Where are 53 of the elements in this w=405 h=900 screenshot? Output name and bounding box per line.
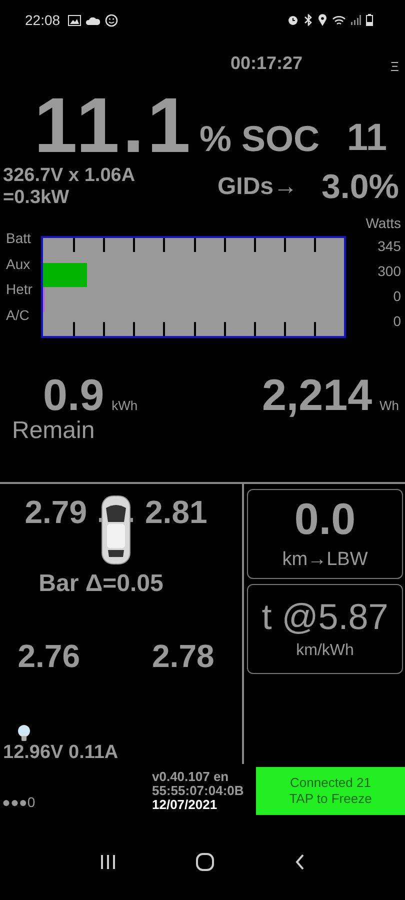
- efficiency-label: km/kWh: [296, 642, 354, 660]
- efficiency-value: t @5.87: [262, 598, 388, 636]
- units-label: Watts: [366, 214, 401, 233]
- range-value: 0.0: [294, 496, 356, 544]
- menu-button[interactable]: Ξ: [390, 59, 399, 74]
- watt-reading: 345: [378, 237, 401, 256]
- home-icon[interactable]: [196, 853, 214, 871]
- bluetooth-icon: [304, 14, 313, 26]
- recent-apps-icon[interactable]: [100, 855, 116, 869]
- version-text: v0.40.107 en: [152, 770, 230, 784]
- location-icon: [318, 14, 327, 26]
- row-label: A/C: [5, 306, 30, 324]
- row-label: Aux: [5, 254, 32, 274]
- remain-label: Remain: [11, 418, 96, 446]
- remain-unit: kWh: [112, 398, 138, 413]
- remain-value: 0.9: [43, 371, 104, 420]
- elapsed-time: 00:17:27: [230, 53, 303, 74]
- energy-unit: Wh: [380, 398, 399, 413]
- device-id: 55:55:07:04:0B: [152, 784, 245, 798]
- status-time: 22:08: [25, 12, 60, 28]
- back-icon[interactable]: [294, 854, 305, 870]
- car-icon: [99, 494, 133, 566]
- tire-pressure: 2.78: [152, 638, 214, 675]
- gids-label: GIDs→: [217, 173, 298, 201]
- tire-pressure: 2.81: [145, 494, 208, 531]
- battery-icon: [366, 14, 373, 26]
- signal-icon: [351, 15, 361, 25]
- tire-pressure: 2.79: [24, 494, 87, 531]
- gids-percent: 3.0%: [322, 168, 399, 206]
- light-bulb-icon: [17, 724, 31, 742]
- alarm-icon: [287, 14, 299, 26]
- range-label: km→LBW: [282, 549, 368, 572]
- gids-count: 11: [346, 117, 387, 160]
- energy-value: 2,214: [262, 371, 372, 420]
- wifi-icon: [332, 14, 346, 26]
- watt-reading: 0: [393, 287, 401, 306]
- smiley-icon: [105, 14, 118, 26]
- row-label: Hetr: [5, 280, 34, 299]
- aux-battery-reading: 12.96V 0.11A: [3, 742, 120, 764]
- pressure-delta: Bar Δ=0.05: [38, 570, 164, 598]
- date-text: 12/07/2021: [152, 798, 218, 812]
- tire-pressure: 2.76: [18, 638, 80, 675]
- row-label: Batt: [5, 229, 32, 248]
- watt-reading: 0: [393, 312, 401, 331]
- connection-button[interactable]: Connected 21 TAP to Freeze: [256, 767, 405, 815]
- page-indicator: ●●●0: [1, 794, 36, 810]
- image-icon: [68, 14, 82, 26]
- soc-value: 11.1: [34, 86, 194, 164]
- power-total: =0.3kW: [3, 187, 70, 209]
- soc-unit: % SOC: [200, 118, 320, 160]
- power-reading: 326.7V x 1.06A: [3, 165, 136, 187]
- cloud-icon: [86, 16, 100, 24]
- watt-reading: 300: [378, 262, 401, 281]
